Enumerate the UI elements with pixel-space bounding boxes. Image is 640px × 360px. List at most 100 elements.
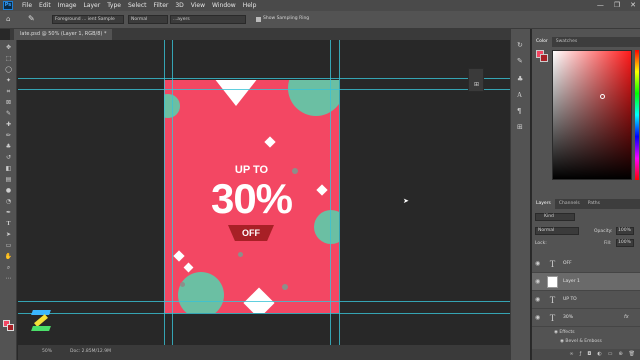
tab-color[interactable]: Color xyxy=(532,37,552,47)
guide-vertical-3[interactable] xyxy=(330,40,331,345)
healing-brush-tool-icon[interactable]: ✚ xyxy=(4,121,13,129)
menu-filter[interactable]: Filter xyxy=(154,2,169,9)
blur-tool-icon[interactable]: ● xyxy=(4,187,13,195)
guide-vertical-2[interactable] xyxy=(172,40,173,345)
eraser-tool-icon[interactable]: ◧ xyxy=(4,165,13,173)
menu-type[interactable]: Type xyxy=(107,2,121,9)
menu-select[interactable]: Select xyxy=(128,2,147,9)
sampling-ring-checkbox[interactable] xyxy=(256,17,261,22)
lasso-tool-icon[interactable]: ◯ xyxy=(4,66,13,74)
color-background-swatch[interactable] xyxy=(540,54,548,62)
frame-tool-icon[interactable]: ⊠ xyxy=(4,99,13,107)
link-layers-icon[interactable]: ∞ xyxy=(569,349,573,360)
menu-window[interactable]: Window xyxy=(212,2,236,9)
decor-dot-3 xyxy=(282,284,288,290)
eyedropper-icon[interactable]: ✎ xyxy=(28,14,35,23)
guide-horizontal-2[interactable] xyxy=(18,89,510,90)
zoom-level[interactable]: 50% xyxy=(42,349,52,354)
minimize-button[interactable]: — xyxy=(597,1,604,9)
brush-settings-icon[interactable]: ✎ xyxy=(517,57,523,65)
guide-horizontal-1[interactable] xyxy=(18,78,510,79)
home-icon[interactable]: ⌂ xyxy=(6,15,12,24)
pen-tool-icon[interactable]: ✒ xyxy=(4,209,13,217)
clone-stamp-tool-icon[interactable]: ♣ xyxy=(4,143,13,151)
move-tool-icon[interactable]: ✥ xyxy=(4,44,13,52)
quick-select-tool-icon[interactable]: ✦ xyxy=(4,77,13,85)
add-mask-icon[interactable]: ◘ xyxy=(587,349,591,360)
guide-horizontal-3[interactable] xyxy=(18,301,510,302)
glyphs-icon[interactable]: ⊞ xyxy=(517,123,523,131)
restore-button[interactable]: ❐ xyxy=(614,1,620,9)
menu-image[interactable]: Image xyxy=(58,2,77,9)
menu-file[interactable]: File xyxy=(22,2,32,9)
fill-label: Fill: xyxy=(604,241,612,246)
color-picker-cursor[interactable] xyxy=(600,94,605,99)
layer-row[interactable]: ◉ T UP TO xyxy=(532,291,640,309)
menu-edit[interactable]: Edit xyxy=(39,2,51,9)
menu-layer[interactable]: Layer xyxy=(83,2,100,9)
mini-floating-panel: ⊞ xyxy=(468,68,484,92)
eyedropper-tool-icon[interactable]: ✎ xyxy=(4,110,13,118)
hand-tool-icon[interactable]: ✋ xyxy=(4,253,13,261)
visibility-eye-icon[interactable]: ◉ xyxy=(535,314,540,321)
history-icon[interactable]: ↻ xyxy=(517,41,523,49)
layer-row[interactable]: ◉ T OFF xyxy=(532,255,640,273)
text-off: OFF xyxy=(242,228,260,238)
new-layer-icon[interactable]: ⊕ xyxy=(618,349,622,360)
menu-help[interactable]: Help xyxy=(243,2,257,9)
visibility-eye-icon[interactable]: ◉ xyxy=(535,278,540,285)
fx-icon[interactable]: fx xyxy=(624,314,629,320)
shape-tool-icon[interactable]: ▭ xyxy=(4,242,13,250)
dodge-tool-icon[interactable]: ◔ xyxy=(4,198,13,206)
layer-filter-select[interactable]: Kind xyxy=(535,213,575,221)
delete-layer-icon[interactable]: 🗑 xyxy=(629,349,635,360)
guide-vertical-4[interactable] xyxy=(339,40,340,345)
tab-paths[interactable]: Paths xyxy=(584,199,604,209)
layer-row-selected[interactable]: ◉ Layer 1 xyxy=(532,273,640,291)
bevel-emboss-row[interactable]: ◉ Bevel & Emboss xyxy=(560,339,602,344)
color-picker-field[interactable] xyxy=(552,50,632,180)
guide-horizontal-4[interactable] xyxy=(18,313,510,314)
type-tool-icon[interactable]: T xyxy=(4,220,13,228)
layer-name: 30% xyxy=(563,315,574,320)
layer-row[interactable]: ◉ T 30% fx xyxy=(532,309,640,327)
blend-mode-select[interactable]: Normal xyxy=(535,227,579,235)
opacity-input[interactable]: 100% xyxy=(616,227,634,235)
add-style-icon[interactable]: ƒ xyxy=(580,349,582,360)
menu-view[interactable]: View xyxy=(191,2,205,9)
crop-tool-icon[interactable]: ⌗ xyxy=(4,88,13,96)
document-tab[interactable]: late.psd @ 50% (Layer 1, RGB/8) * xyxy=(14,29,113,40)
history-brush-tool-icon[interactable]: ↺ xyxy=(4,154,13,162)
clone-source-icon[interactable]: ♣ xyxy=(517,75,523,83)
tab-swatches[interactable]: Swatches xyxy=(552,37,582,47)
paragraph-icon[interactable]: ¶ xyxy=(517,107,521,115)
artboard-icon[interactable]: ⊞ xyxy=(474,81,479,88)
brush-tool-icon[interactable]: ✏ xyxy=(4,132,13,140)
path-select-tool-icon[interactable]: ➤ xyxy=(4,231,13,239)
gradient-tool-icon[interactable]: ▤ xyxy=(4,176,13,184)
effects-row[interactable]: ◉ Effects xyxy=(554,330,575,335)
hue-slider[interactable] xyxy=(635,50,639,180)
character-icon[interactable]: A xyxy=(517,91,522,99)
artboard[interactable]: UP TO 30% OFF xyxy=(164,80,339,313)
close-button[interactable]: ✕ xyxy=(630,1,636,9)
visibility-eye-icon[interactable]: ◉ xyxy=(535,260,540,267)
more-tools-icon[interactable]: ⋯ xyxy=(4,275,13,283)
menu-items: File Edit Image Layer Type Select Filter… xyxy=(22,2,256,9)
marquee-tool-icon[interactable]: ⬚ xyxy=(4,55,13,63)
guide-vertical-1[interactable] xyxy=(164,40,165,345)
source-select[interactable]: Foreground ... ient Sample xyxy=(52,15,124,24)
fill-input[interactable]: 100% xyxy=(616,239,634,247)
background-color-swatch[interactable] xyxy=(7,324,14,331)
tab-layers[interactable]: Layers xyxy=(532,199,555,209)
new-group-icon[interactable]: ▭ xyxy=(608,349,613,360)
new-adjustment-icon[interactable]: ◐ xyxy=(597,349,601,360)
mode-select[interactable]: Normal xyxy=(128,15,168,24)
layers-sample-select[interactable]: ...ayers xyxy=(170,15,246,24)
visibility-eye-icon[interactable]: ◉ xyxy=(535,296,540,303)
window-controls: — ❐ ✕ xyxy=(597,1,636,9)
decor-circle-bottom-left xyxy=(178,272,224,313)
zoom-tool-icon[interactable]: ⌕ xyxy=(4,264,13,272)
menu-3d[interactable]: 3D xyxy=(175,2,183,9)
tab-channels[interactable]: Channels xyxy=(555,199,584,209)
